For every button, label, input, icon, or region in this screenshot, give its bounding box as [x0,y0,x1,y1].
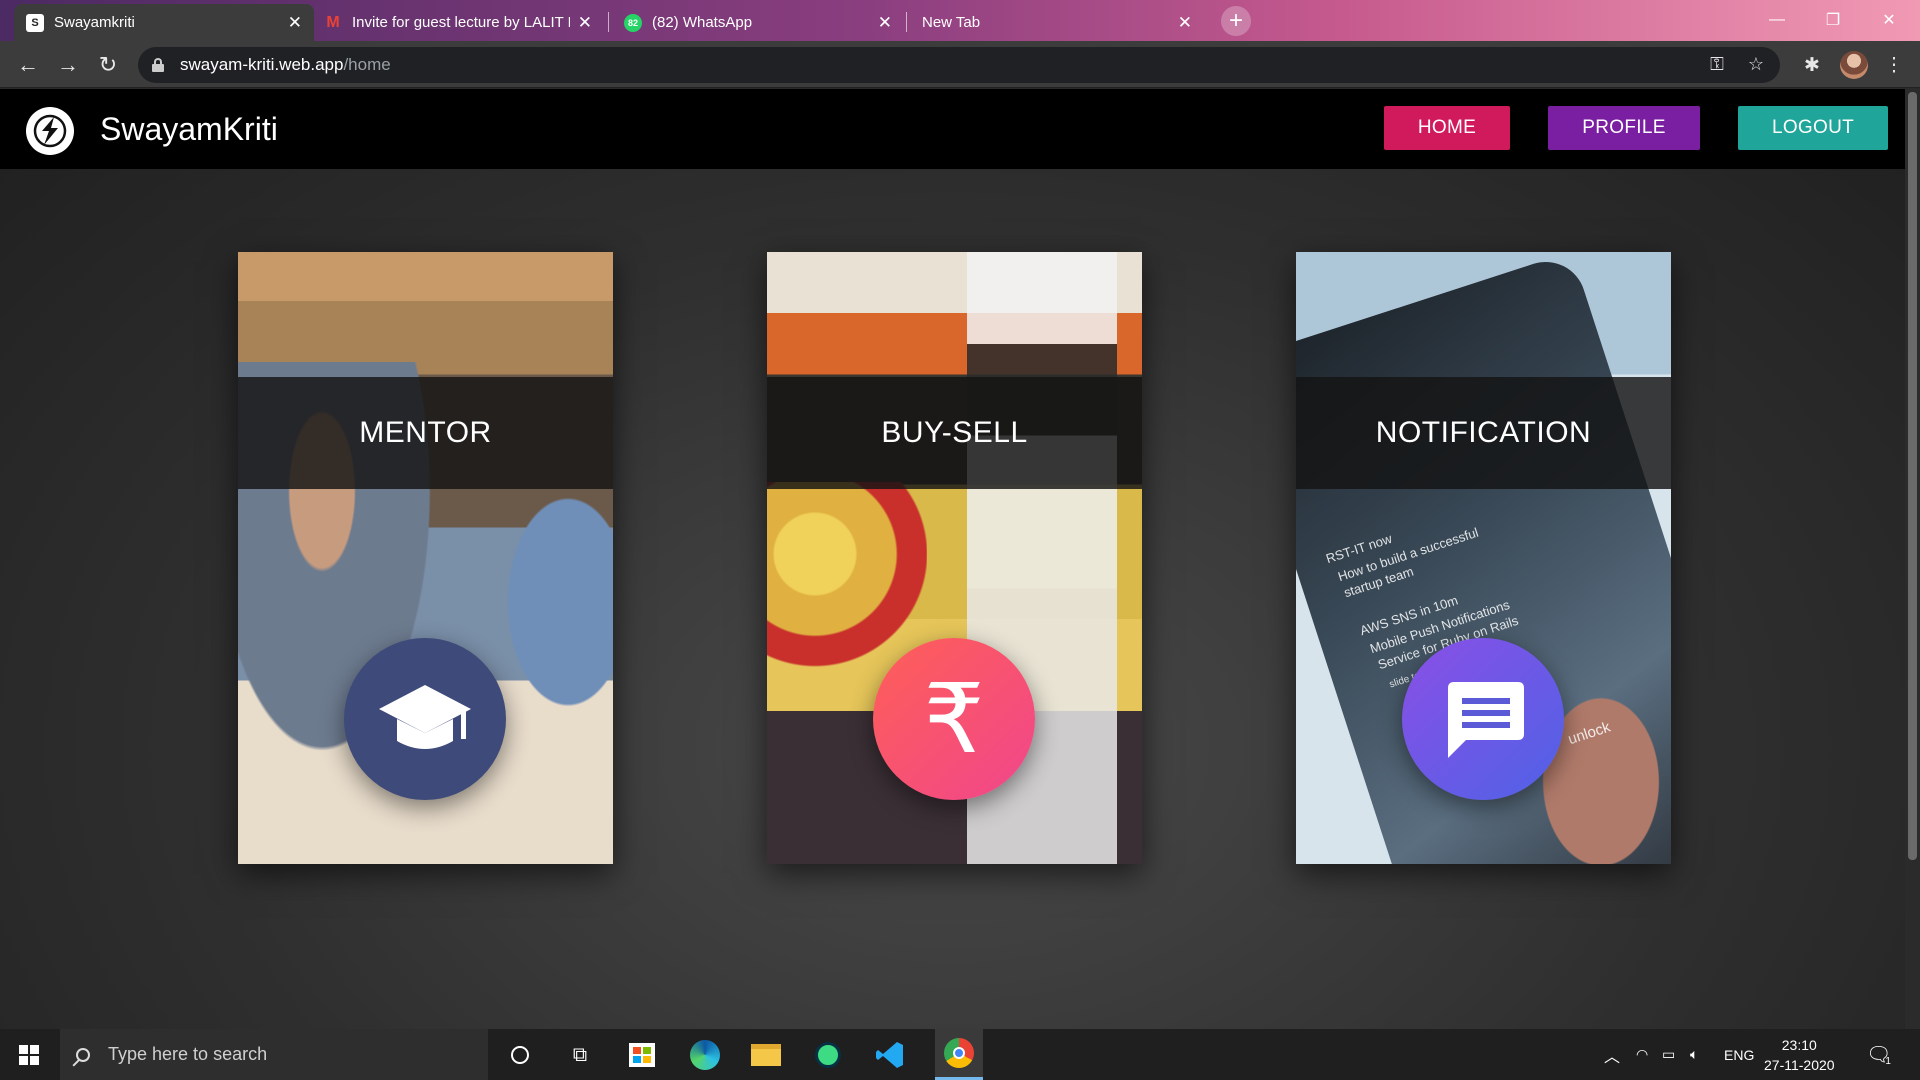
notification-icon-circle[interactable] [1402,638,1564,800]
scrollbar-thumb[interactable] [1908,92,1917,860]
gmail-icon: M [326,13,340,31]
volume-icon[interactable]: 🔈︎ [1690,1029,1698,1080]
chat-message-icon [1448,682,1524,758]
key-icon[interactable]: ⚿ [1710,54,1724,75]
buy-sell-card[interactable]: BUY-SELL ₹ [767,252,1142,864]
forward-button[interactable]: → [54,51,82,79]
swayamkriti-logo-icon[interactable] [26,107,74,155]
profile-avatar[interactable] [1840,51,1868,79]
action-center-icon[interactable]: 🗨︎ 1 [1866,1029,1891,1080]
site-navbar: SwayamKriti HOME PROFILE LOGOUT [0,89,1905,169]
restore-button[interactable]: ❐ [1810,6,1856,34]
windows-start-icon[interactable] [0,1029,58,1080]
language-indicator[interactable]: ENG [1724,1029,1754,1080]
task-view-icon[interactable]: ⧉ [562,1037,598,1073]
notification-card[interactable]: RST-IT now How to build a successful sta… [1296,252,1671,864]
chrome-icon[interactable] [935,1029,983,1080]
browser-menu-icon[interactable]: ⋮ [1880,51,1908,79]
close-icon[interactable]: ✕ [578,13,592,33]
card-title-band: MENTOR [238,377,613,489]
swayamkriti-logo-icon: S [26,13,44,32]
close-window-button[interactable]: ✕ [1866,6,1912,34]
browser-toolbar: ← → ↻ swayam-kriti.web.app /home ⚿ ☆ ✱ ⋮ [0,41,1920,88]
extensions-puzzle-icon[interactable]: ✱ [1798,51,1826,79]
mentor-icon-circle[interactable] [344,638,506,800]
tab-separator [608,12,609,32]
microsoft-store-icon[interactable] [624,1037,660,1073]
page-viewport: SwayamKriti HOME PROFILE LOGOUT MENTOR B… [0,89,1905,1029]
rupee-icon: ₹ [923,663,985,775]
reload-button[interactable]: ↻ [94,51,122,79]
card-title-band: NOTIFICATION [1296,377,1671,489]
close-icon[interactable]: ✕ [878,13,892,33]
minimize-button[interactable]: — [1754,6,1800,34]
wifi-icon[interactable]: ◠ [1636,1029,1648,1080]
tab-swayamkriti[interactable]: S Swayamkriti ✕ [14,4,314,41]
card-title-band: BUY-SELL [767,377,1142,489]
search-placeholder: Type here to search [108,1044,268,1064]
url-path: /home [343,55,391,74]
card-title: MENTOR [359,416,492,449]
notification-count-badge: 1 [1885,1056,1891,1067]
tab-new-tab[interactable]: New Tab ✕ [910,4,1204,41]
brand-name[interactable]: SwayamKriti [100,111,278,148]
clock-date: 27-11-2020 [1764,1057,1835,1073]
url-host: swayam-kriti.web.app [180,55,344,74]
profile-button[interactable]: PROFILE [1548,106,1700,150]
close-icon[interactable]: ✕ [1178,13,1192,33]
windows-taskbar: Type here to search ⧉ ︿ ◠ ▭ 🔈︎ ENG 23:10… [0,1029,1920,1080]
close-icon[interactable]: ✕ [288,13,302,33]
tray-chevron-icon[interactable]: ︿ [1604,1029,1620,1080]
buy-sell-icon-circle[interactable]: ₹ [873,638,1035,800]
card-title: BUY-SELL [881,416,1028,449]
logout-button[interactable]: LOGOUT [1738,106,1888,150]
tab-title: Swayamkriti [54,14,135,31]
cortana-icon[interactable] [502,1037,538,1073]
new-tab-button[interactable]: + [1221,6,1251,36]
card-title: NOTIFICATION [1375,416,1592,449]
clock-time: 23:10 [1781,1037,1817,1053]
taskbar-clock[interactable]: 23:10 27-11-2020 [1764,1035,1835,1075]
vscode-icon[interactable] [872,1037,908,1073]
lock-icon[interactable] [152,58,164,72]
tab-title: New Tab [922,14,981,31]
tab-gmail-invite[interactable]: M Invite for guest lecture by LALIT K ✕ [312,4,604,41]
android-studio-icon[interactable] [810,1037,846,1073]
back-button[interactable]: ← [14,51,42,79]
edge-browser-icon[interactable] [687,1037,723,1073]
home-button[interactable]: HOME [1384,106,1510,150]
battery-icon[interactable]: ▭ [1662,1029,1675,1080]
mentor-card[interactable]: MENTOR [238,252,613,864]
tab-separator [906,12,907,32]
browser-tab-strip: S Swayamkriti ✕ M Invite for guest lectu… [0,0,1920,41]
tab-title: Invite for guest lecture by LALIT K [352,14,570,31]
address-bar[interactable]: swayam-kriti.web.app /home ⚿ ☆ [138,47,1780,83]
tab-title: (82) WhatsApp [652,14,753,31]
tab-whatsapp[interactable]: 82 (82) WhatsApp ✕ [612,4,904,41]
taskbar-search-input[interactable]: Type here to search [60,1029,488,1080]
file-explorer-icon[interactable] [748,1037,784,1073]
whatsapp-icon: 82 [624,13,642,32]
bookmark-star-icon[interactable]: ☆ [1748,54,1764,75]
graduation-cap-icon [379,685,471,749]
search-icon [76,1047,90,1062]
